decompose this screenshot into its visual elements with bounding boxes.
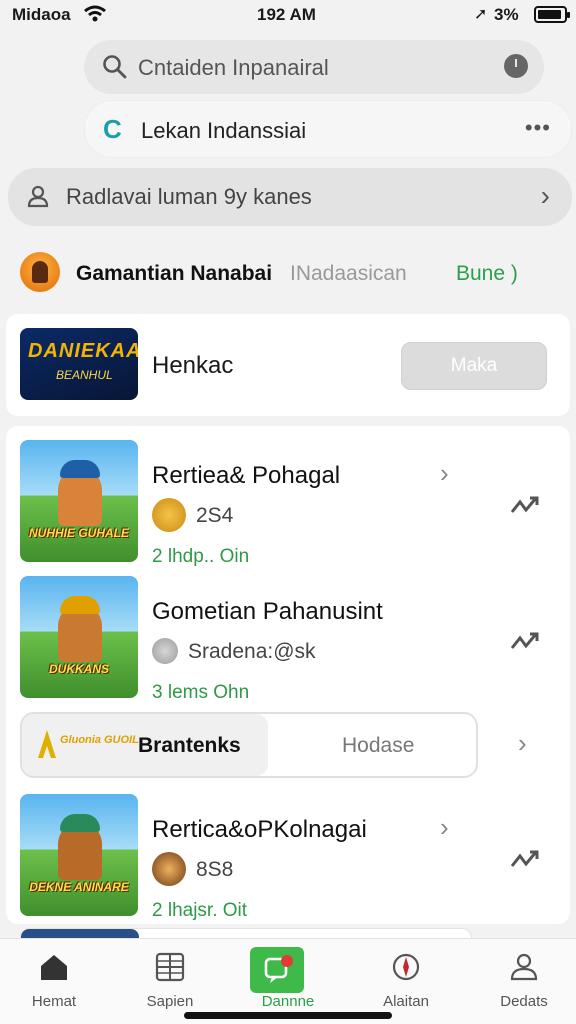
tab-home[interactable]: Hemat <box>4 945 104 1015</box>
tab-label: Dedats <box>500 993 548 1010</box>
game-title: Rertiea& Pohagal <box>152 462 341 489</box>
game-status: 3 lems Ohn <box>152 682 250 703</box>
tab-alaitan[interactable]: Alaitan <box>356 945 456 1015</box>
game-thumbnail: NUHHIE GUHALE <box>20 440 138 562</box>
search-input[interactable]: Cntaiden Inpanairal <box>84 40 544 94</box>
tab-label: Sapien <box>146 993 194 1010</box>
game-status: 2 lhajsr. Oit <box>152 900 248 921</box>
battery-icon <box>534 6 570 23</box>
link-icon <box>152 638 178 664</box>
list-item[interactable]: DEKNE ANINARE Rertica&oPKolnagai › 8S8 2… <box>6 794 570 921</box>
search-placeholder: Cntaiden Inpanairal <box>138 55 329 80</box>
profile-subtitle: INadaasican <box>290 262 407 285</box>
tab-label: Hemat <box>31 993 77 1010</box>
location-arrow-icon: ➚ <box>474 6 488 23</box>
home-indicator[interactable] <box>184 1012 392 1019</box>
person-icon <box>26 184 50 213</box>
trending-icon[interactable] <box>510 630 544 659</box>
chat-icon <box>262 953 294 985</box>
game-meta: 2S4 <box>196 504 234 527</box>
game-title: Rertica&oPKolnagai <box>152 816 367 843</box>
profile-badge[interactable]: Bune ) <box>456 262 518 286</box>
segment-option-a-label: Brantenks <box>138 734 241 757</box>
status-bar: Midaoa 192 AM ➚ 3% <box>0 0 576 30</box>
segment-option-b[interactable]: Hodase <box>342 734 414 758</box>
segmented-control: Gluonia GUOIL Brantenks Hodase <box>20 712 478 778</box>
suggestion-text: Lekan Indanssiai <box>141 118 307 143</box>
suggestion-row[interactable]: C Lekan Indanssiai ••• <box>84 100 572 158</box>
tab-sapien[interactable]: Sapien <box>120 945 220 1015</box>
game-thumbnail: DEKNE ANINARE <box>20 794 138 916</box>
game-thumbnail: DUKKANS <box>20 576 138 698</box>
list-item[interactable]: NUHHIE GUHALE Rertiea& Pohagal › 2S4 2 l… <box>6 440 570 567</box>
coin-icon <box>152 498 186 532</box>
avatar <box>20 252 60 292</box>
promo-button[interactable]: Maka <box>401 342 547 390</box>
status-time: 192 AM <box>257 5 316 24</box>
thumb-label: DEKNE ANINARE <box>29 880 129 894</box>
chevron-right-icon[interactable]: › <box>518 728 527 759</box>
filter-row[interactable]: Radlavai luman 9y kanes › <box>8 168 572 226</box>
promo-logo: DANIEKAA BEANHUL <box>20 328 138 400</box>
wifi-icon <box>84 5 106 28</box>
avatar <box>152 852 186 886</box>
profile-icon <box>508 951 540 983</box>
profile-row[interactable]: Gamantian Nanabai INadaasican Bune ) <box>0 250 576 296</box>
trending-icon[interactable] <box>510 848 544 877</box>
chevron-right-icon[interactable]: › <box>440 812 449 843</box>
trending-icon[interactable] <box>510 494 544 523</box>
promo-logo-line2: BEANHUL <box>56 368 113 382</box>
game-meta: 8S8 <box>196 858 234 881</box>
game-list: NUHHIE GUHALE Rertiea& Pohagal › 2S4 2 l… <box>6 426 570 924</box>
tab-dannne[interactable]: Dannne <box>238 945 338 1015</box>
chevron-right-icon: › <box>540 180 550 211</box>
promo-card: DANIEKAA BEANHUL Henkac Maka <box>6 314 570 416</box>
carrier-label: Midaoa <box>12 5 71 24</box>
thumb-label: DUKKANS <box>49 662 109 676</box>
more-options-icon[interactable]: ••• <box>525 115 551 141</box>
game-status: 2 lhdp.. Oin <box>152 546 250 567</box>
promo-title: Henkac <box>152 352 234 379</box>
refresh-icon: C <box>103 114 122 144</box>
segment-logo-text: Gluonia GUOIL <box>60 734 139 746</box>
promo-logo-line1: DANIEKAA <box>28 340 138 362</box>
compass-icon <box>390 951 422 983</box>
home-icon <box>38 951 70 983</box>
search-icon <box>102 54 128 85</box>
filter-text: Radlavai luman 9y kanes <box>66 184 312 209</box>
segment-option-a[interactable]: Gluonia GUOIL Brantenks <box>22 714 268 776</box>
thumb-label: NUHHIE GUHALE <box>28 526 129 540</box>
tab-dedats[interactable]: Dedats <box>474 945 574 1015</box>
game-meta: Sradena:@sk <box>188 640 316 663</box>
clock-icon[interactable] <box>504 54 528 78</box>
list-item[interactable]: DUKKANS Gometian Pahanusint Sradena:@sk … <box>6 576 570 703</box>
tab-label: Dannne <box>261 993 315 1010</box>
tab-label: Alaitan <box>383 993 429 1010</box>
chevron-right-icon[interactable]: › <box>440 458 449 489</box>
trophy-icon <box>34 728 60 767</box>
battery-percent: 3% <box>494 5 519 24</box>
grid-icon <box>154 951 186 983</box>
game-title: Gometian Pahanusint <box>152 598 383 625</box>
profile-name: Gamantian Nanabai <box>76 262 273 285</box>
